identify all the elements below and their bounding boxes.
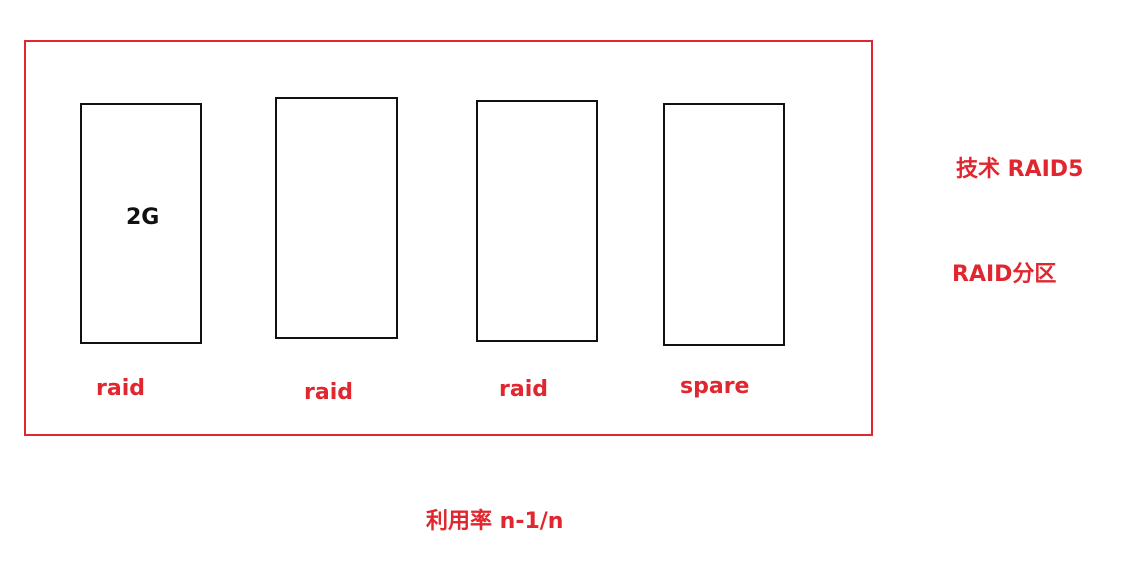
disk-4-spare [663, 103, 785, 346]
diagram-canvas: 2G raid raid raid spare 技术 RAID5 RAID分区 … [0, 0, 1131, 571]
disk-3 [476, 100, 598, 342]
disk-2-label: raid [304, 380, 353, 405]
disk-1-label: raid [96, 376, 145, 401]
utilization-label: 利用率 n-1/n [426, 509, 564, 534]
partition-label: RAID分区 [952, 262, 1057, 287]
technology-label: 技术 RAID5 [956, 157, 1084, 182]
disk-3-label: raid [499, 377, 548, 402]
disk-1-capacity: 2G [126, 205, 160, 230]
disk-4-label: spare [680, 374, 750, 399]
disk-2 [275, 97, 398, 339]
